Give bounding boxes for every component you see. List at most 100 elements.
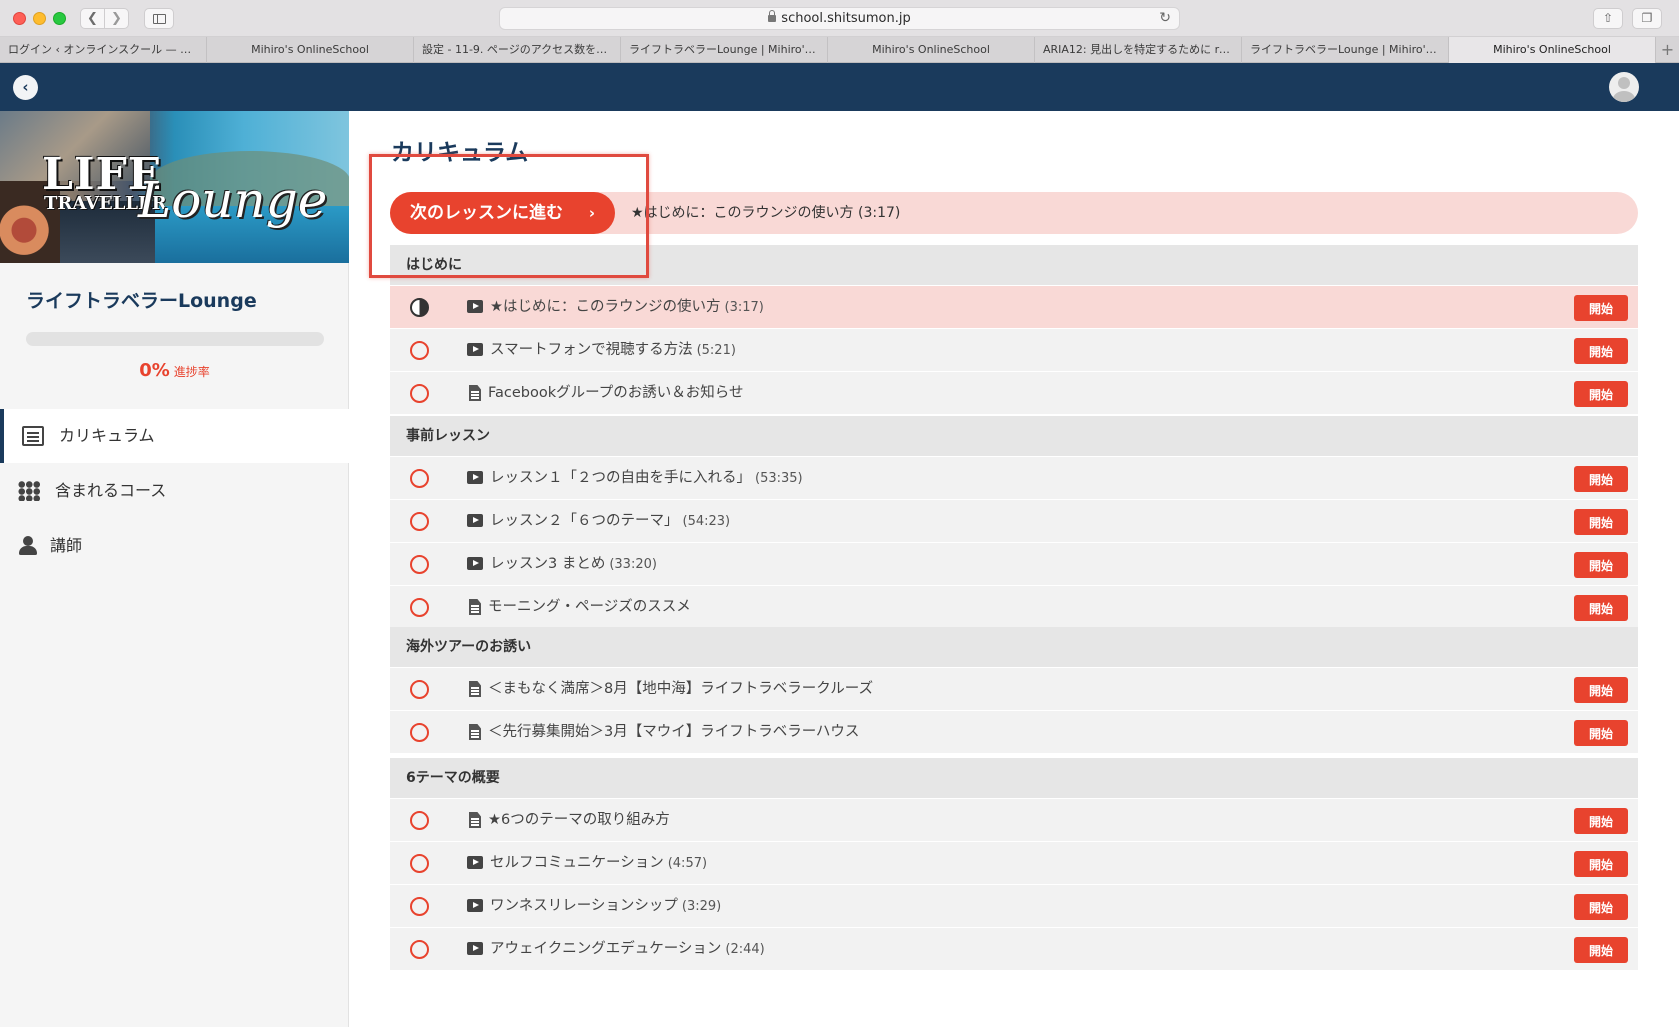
start-button[interactable]: 開始: [1574, 808, 1628, 834]
empty-circle-status-icon: [410, 723, 429, 742]
lesson-duration: (53:35): [755, 471, 803, 486]
curriculum-section: 6テーマの概要 ★6つのテーマの取り組み方 開始 セルフコミュニケーション (4:57)…: [390, 758, 1638, 970]
start-button[interactable]: 開始: [1574, 466, 1628, 492]
new-tab-icon[interactable]: +: [1656, 37, 1679, 62]
section-title: 海外ツアーのお誘い: [390, 627, 1638, 667]
reload-icon[interactable]: ↻: [1159, 8, 1171, 29]
start-button[interactable]: 開始: [1574, 338, 1628, 364]
lesson-title-text: Facebookグループのお誘い＆お知らせ: [488, 385, 744, 401]
start-button[interactable]: 開始: [1574, 295, 1628, 321]
start-button[interactable]: 開始: [1574, 381, 1628, 407]
tab-overview-icon[interactable]: ❐: [1632, 8, 1662, 29]
lesson-title[interactable]: ＜まもなく満席＞8月【地中海】ライフトラベラークルーズ: [488, 668, 873, 711]
lesson-row[interactable]: レッスン２「６つのテーマ」 (54:23) 開始: [390, 499, 1638, 542]
progress-percent: 0%: [139, 360, 170, 381]
back-icon[interactable]: ❮: [80, 8, 105, 29]
start-button[interactable]: 開始: [1574, 720, 1628, 746]
banner-lounge-text: Lounge: [138, 171, 328, 229]
lesson-duration: (3:17): [724, 300, 764, 315]
start-button[interactable]: 開始: [1574, 937, 1628, 963]
lesson-row[interactable]: モーニング・ページズのススメ 開始: [390, 585, 1638, 628]
minimize-window-button[interactable]: [33, 12, 46, 25]
browser-tab[interactable]: 設定 - 11-9. ページのアクセス数を調...: [414, 37, 621, 63]
start-button[interactable]: 開始: [1574, 509, 1628, 535]
lesson-row[interactable]: レッスン3 まとめ (33:20) 開始: [390, 542, 1638, 585]
start-button[interactable]: 開始: [1574, 677, 1628, 703]
menu-item-instructor[interactable]: 講師: [0, 519, 349, 573]
browser-tab[interactable]: ログイン ‹ オンラインスクール — Wo...: [0, 37, 207, 63]
lesson-title[interactable]: レッスン２「６つのテーマ」 (54:23): [490, 500, 730, 543]
course-sidebar: LIFE TRAVELLER Lounge ライフトラベラーLounge 0% 進…: [0, 111, 349, 1027]
start-button[interactable]: 開始: [1574, 894, 1628, 920]
lesson-title[interactable]: セルフコミュニケーション (4:57): [490, 842, 707, 885]
section-title: 6テーマの概要: [390, 758, 1638, 798]
grid-icon: [18, 481, 41, 501]
lesson-title[interactable]: レッスン3 まとめ (33:20): [490, 543, 657, 586]
lesson-row[interactable]: ★はじめに：このラウンジの使い方 (3:17) 開始: [390, 285, 1638, 328]
lesson-title[interactable]: Facebookグループのお誘い＆お知らせ: [488, 372, 743, 415]
lesson-title[interactable]: レッスン１「２つの自由を手に入れる」 (53:35): [490, 457, 803, 500]
browser-tab[interactable]: ライフトラベラーLounge | Mihiro's...: [1242, 37, 1449, 63]
video-icon: [467, 471, 483, 484]
lesson-row[interactable]: ★6つのテーマの取り組み方 開始: [390, 798, 1638, 841]
lesson-title[interactable]: ＜先行募集開始＞3月【マウイ】ライフトラベラーハウス: [488, 711, 859, 754]
lesson-row[interactable]: アウェイクニングエデュケーション (2:44) 開始: [390, 927, 1638, 970]
lesson-title[interactable]: スマートフォンで視聴する方法 (5:21): [490, 329, 736, 372]
empty-circle-status-icon: [410, 680, 429, 699]
lesson-row[interactable]: ワンネスリレーションシップ (3:29) 開始: [390, 884, 1638, 927]
start-button[interactable]: 開始: [1574, 552, 1628, 578]
course-banner-image: LIFE TRAVELLER Lounge: [0, 111, 349, 263]
browser-tab[interactable]: Mihiro's OnlineSchool: [828, 37, 1035, 63]
zoom-window-button[interactable]: [53, 12, 66, 25]
browser-titlebar: ❮ ❯ school.shitsumon.jp ↻ ⇧ ❐: [0, 0, 1679, 37]
empty-circle-status-icon: [410, 811, 429, 830]
lesson-row[interactable]: スマートフォンで視聴する方法 (5:21) 開始: [390, 328, 1638, 371]
lesson-title[interactable]: モーニング・ページズのススメ: [488, 586, 691, 629]
next-lesson-title[interactable]: ★はじめに：このラウンジの使い方 (3:17): [631, 192, 900, 234]
empty-circle-status-icon: [410, 598, 429, 617]
menu-item-included-courses[interactable]: 含まれるコース: [0, 464, 349, 518]
lesson-title[interactable]: ★はじめに：このラウンジの使い方 (3:17): [490, 286, 764, 329]
browser-tab[interactable]: ライフトラベラーLounge | Mihiro's...: [621, 37, 828, 63]
browser-tab[interactable]: Mihiro's OnlineSchool: [1449, 37, 1656, 63]
curriculum-section: 海外ツアーのお誘い ＜まもなく満席＞8月【地中海】ライフトラベラークルーズ 開始 ＜先…: [390, 627, 1638, 753]
lesson-row[interactable]: セルフコミュニケーション (4:57) 開始: [390, 841, 1638, 884]
course-title: ライフトラベラーLounge: [26, 290, 257, 312]
document-icon: [469, 724, 481, 740]
progress-label: 進捗率: [173, 365, 210, 379]
lesson-title-text: スマートフォンで視聴する方法: [490, 342, 693, 358]
menu-item-curriculum[interactable]: カリキュラム: [0, 409, 349, 463]
user-icon: [18, 536, 40, 556]
lesson-row[interactable]: ＜先行募集開始＞3月【マウイ】ライフトラベラーハウス 開始: [390, 710, 1638, 753]
address-bar[interactable]: school.shitsumon.jp ↻: [499, 7, 1180, 30]
back-arrow-icon[interactable]: ‹: [13, 75, 38, 100]
share-icon[interactable]: ⇧: [1593, 8, 1623, 29]
list-icon: [22, 426, 44, 446]
lesson-title[interactable]: ワンネスリレーションシップ (3:29): [490, 885, 721, 928]
browser-tab[interactable]: ARIA12: 見出しを特定するために rol...: [1035, 37, 1242, 63]
lesson-title-text: セルフコミュニケーション: [490, 855, 664, 871]
browser-tab[interactable]: Mihiro's OnlineSchool: [207, 37, 414, 63]
progress-bar: [26, 332, 324, 346]
close-window-button[interactable]: [13, 12, 26, 25]
lesson-title[interactable]: アウェイクニングエデュケーション (2:44): [490, 928, 765, 971]
start-button[interactable]: 開始: [1574, 851, 1628, 877]
lesson-duration: (4:57): [667, 856, 708, 871]
lesson-title[interactable]: ★6つのテーマの取り組み方: [488, 799, 670, 842]
lesson-duration: (33:20): [609, 557, 657, 572]
start-button[interactable]: 開始: [1574, 595, 1628, 621]
menu-item-label: カリキュラム: [59, 426, 155, 445]
video-icon: [467, 300, 483, 313]
lesson-title-text: ★6つのテーマの取り組み方: [488, 812, 670, 828]
lesson-title-text: レッスン3 まとめ: [490, 556, 606, 572]
avatar[interactable]: [1609, 72, 1639, 102]
forward-icon[interactable]: ❯: [104, 8, 129, 29]
lesson-row[interactable]: ＜まもなく満席＞8月【地中海】ライフトラベラークルーズ 開始: [390, 667, 1638, 710]
section-title: 事前レッスン: [390, 416, 1638, 456]
annotation-highlight-box: [369, 154, 649, 278]
lesson-row[interactable]: Facebookグループのお誘い＆お知らせ 開始: [390, 371, 1638, 414]
sidebar-toggle-icon[interactable]: [144, 8, 174, 29]
lesson-title-text: レッスン２「６つのテーマ」: [490, 513, 679, 529]
lesson-row[interactable]: レッスン１「２つの自由を手に入れる」 (53:35) 開始: [390, 456, 1638, 499]
lesson-title-text: アウェイクニングエデュケーション: [490, 941, 722, 957]
